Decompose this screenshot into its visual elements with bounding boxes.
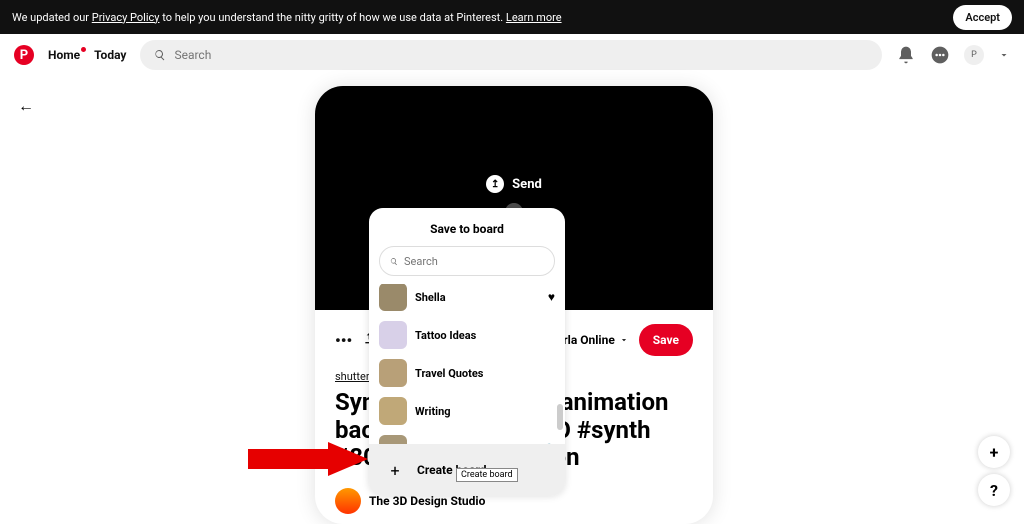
board-item[interactable]: Writing — [369, 392, 565, 430]
privacy-text-prefix: We updated our — [12, 11, 92, 24]
dropdown-title: Save to board — [369, 208, 565, 246]
search-bar[interactable] — [140, 40, 882, 70]
board-thumb — [379, 397, 407, 425]
board-thumb — [379, 359, 407, 387]
board-item[interactable]: Shella ♥ — [369, 284, 565, 316]
scrollbar-thumb[interactable] — [557, 404, 563, 430]
pinterest-logo[interactable]: P — [14, 45, 34, 65]
nav-today[interactable]: Today — [94, 48, 126, 62]
send-button[interactable]: ↥ Send — [486, 175, 542, 193]
board-item[interactable]: Tattoo Ideas — [369, 316, 565, 354]
save-to-board-dropdown: Save to board Shella ♥ Tattoo Ideas Trav… — [369, 208, 565, 496]
search-input[interactable] — [174, 48, 868, 62]
board-item[interactable]: Your Pinterest Likes 🔒 — [369, 430, 565, 444]
add-fab[interactable]: + — [978, 436, 1010, 468]
board-thumb — [379, 321, 407, 349]
privacy-policy-link[interactable]: Privacy Policy — [92, 11, 160, 24]
search-icon — [154, 49, 166, 61]
dropdown-search[interactable] — [379, 246, 555, 276]
more-icon[interactable]: ••• — [335, 331, 352, 350]
board-thumb — [379, 284, 407, 311]
nav-home[interactable]: Home — [48, 48, 80, 62]
send-icon: ↥ — [486, 175, 504, 193]
back-arrow[interactable]: ← — [18, 96, 34, 116]
chat-icon[interactable] — [930, 45, 950, 65]
plus-icon: + — [383, 458, 407, 482]
create-board-tooltip: Create board — [456, 468, 518, 482]
privacy-banner: We updated our Privacy Policy to help yo… — [0, 0, 1024, 34]
notification-dot — [81, 47, 86, 52]
author-avatar[interactable] — [335, 488, 361, 514]
dropdown-search-input[interactable] — [404, 255, 544, 268]
bell-icon[interactable] — [896, 45, 916, 65]
help-fab[interactable]: ? — [978, 474, 1010, 506]
board-item[interactable]: Travel Quotes — [369, 354, 565, 392]
top-nav: P Home Today P — [0, 34, 1024, 76]
accept-button[interactable]: Accept — [953, 5, 1012, 30]
chevron-down-icon[interactable] — [998, 46, 1010, 65]
learn-more-link[interactable]: Learn more — [506, 11, 562, 24]
save-button[interactable]: Save — [639, 324, 693, 356]
board-thumb — [379, 435, 407, 444]
annotation-arrow — [248, 442, 368, 476]
privacy-text-middle: to help you understand the nitty gritty … — [159, 11, 505, 24]
heart-icon: ♥ — [548, 290, 555, 304]
user-avatar[interactable]: P — [964, 45, 984, 65]
search-icon — [390, 256, 398, 267]
board-list: Shella ♥ Tattoo Ideas Travel Quotes Writ… — [369, 284, 565, 444]
